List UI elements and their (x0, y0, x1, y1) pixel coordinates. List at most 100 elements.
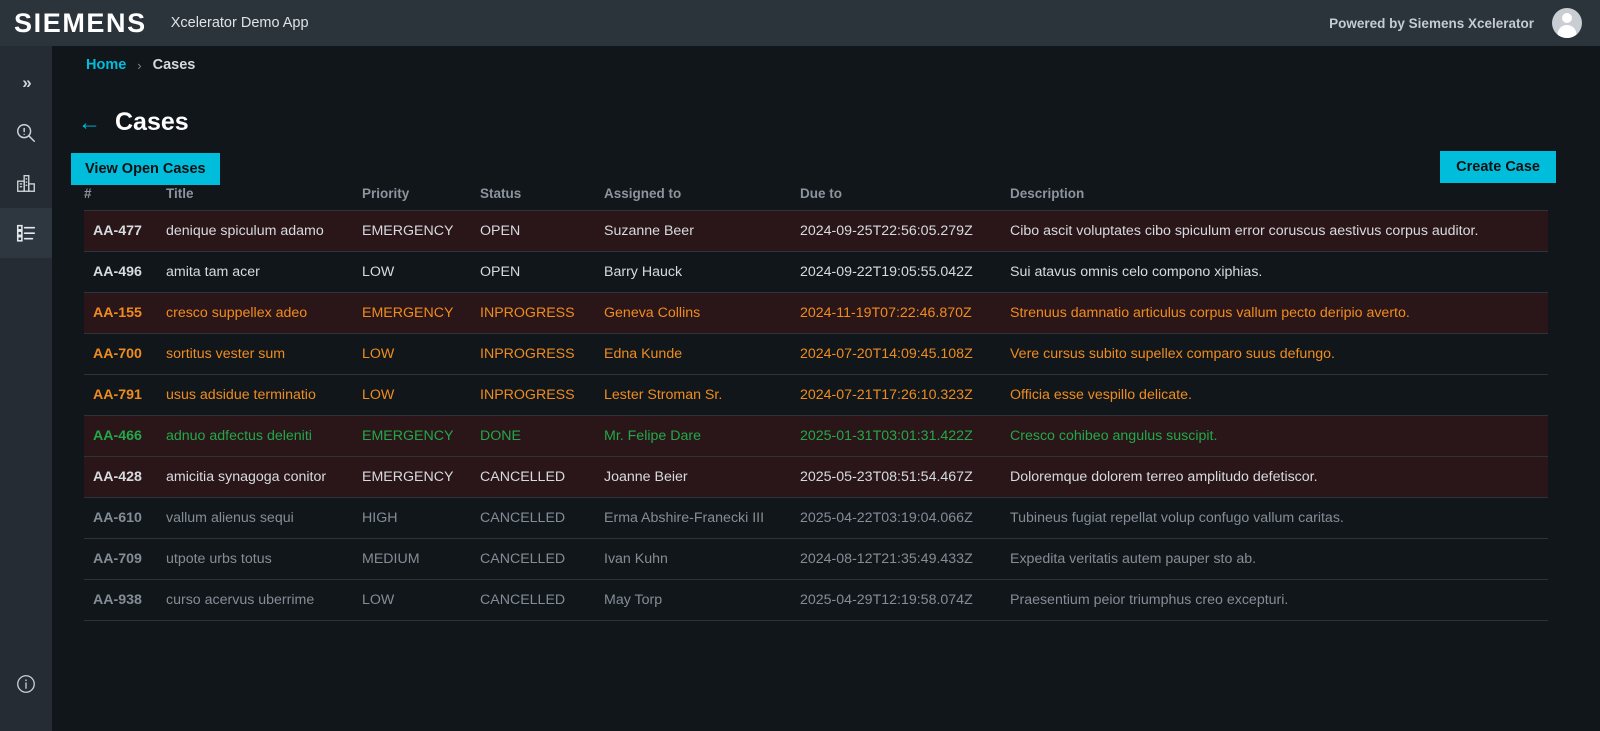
cell-priority: HIGH (362, 497, 480, 539)
cell-due-to: 2024-09-22T19:05:55.042Z (800, 251, 1010, 293)
col-header-description[interactable]: Description (1010, 180, 1548, 211)
cell-title: adnuo adfectus deleniti (166, 415, 362, 457)
cell-assigned-to: Lester Stroman Sr. (604, 374, 800, 416)
cell-assigned-to: Edna Kunde (604, 333, 800, 375)
cell-description: Officia esse vespillo delicate. (1010, 374, 1548, 416)
cell-priority: EMERGENCY (362, 292, 480, 334)
cell-priority: LOW (362, 333, 480, 375)
cell-number: AA-477 (84, 210, 166, 252)
sidebar-item-plants[interactable] (0, 158, 52, 208)
sidebar-item-search[interactable] (0, 108, 52, 158)
cell-due-to: 2024-07-21T17:26:10.323Z (800, 374, 1010, 416)
table-row[interactable]: AA-477 denique spiculum adamo EMERGENCY OPE… (84, 210, 1548, 252)
cell-status: CANCELLED (480, 456, 604, 498)
cases-table-wrapper: # Title Priority Status Assigned to Due … (84, 180, 1548, 621)
cell-number: AA-496 (84, 251, 166, 293)
cell-status: OPEN (480, 210, 604, 252)
cell-status: INPROGRESS (480, 333, 604, 375)
cell-status: OPEN (480, 251, 604, 293)
cell-number: AA-938 (84, 579, 166, 621)
cell-due-to: 2024-09-25T22:56:05.279Z (800, 210, 1010, 252)
cell-due-to: 2024-07-20T14:09:45.108Z (800, 333, 1010, 375)
cell-number: AA-428 (84, 456, 166, 498)
cell-description: Expedita veritatis autem pauper sto ab. (1010, 538, 1548, 580)
cell-assigned-to: May Torp (604, 579, 800, 621)
cell-number: AA-791 (84, 374, 166, 416)
cell-description: Sui atavus omnis celo compono xiphias. (1010, 251, 1548, 293)
cell-assigned-to: Joanne Beier (604, 456, 800, 498)
breadcrumb: Home › Cases (86, 57, 195, 73)
cell-priority: EMERGENCY (362, 210, 480, 252)
sidebar-item-info[interactable] (0, 659, 52, 709)
table-row[interactable]: AA-466 adnuo adfectus deleniti EMERGENCY DO… (84, 415, 1548, 457)
cell-priority: MEDIUM (362, 538, 480, 580)
page-header: ← Cases (78, 108, 189, 137)
cases-table-body: AA-477 denique spiculum adamo EMERGENCY OPE… (84, 210, 1548, 621)
cell-description: Doloremque dolorem terreo amplitudo defe… (1010, 456, 1548, 498)
table-row[interactable]: AA-709 utpote urbs totus MEDIUM CANCELLED Iv… (84, 538, 1548, 580)
cell-priority: LOW (362, 374, 480, 416)
cases-table: # Title Priority Status Assigned to Due … (84, 180, 1548, 621)
table-row[interactable]: AA-610 vallum alienus sequi HIGH CANCELLED E… (84, 497, 1548, 539)
cell-title: sortitus vester sum (166, 333, 362, 375)
cell-number: AA-610 (84, 497, 166, 539)
col-header-assigned-to[interactable]: Assigned to (604, 180, 800, 211)
cell-title: amita tam acer (166, 251, 362, 293)
cell-description: Cresco cohibeo angulus suscipit. (1010, 415, 1548, 457)
table-row[interactable]: AA-496 amita tam acer LOW OPEN Barry Hauck 20… (84, 251, 1548, 293)
cell-assigned-to: Geneva Collins (604, 292, 800, 334)
main-content: Home › Cases ← Cases View Open Cases Cre… (52, 46, 1600, 731)
cell-assigned-to: Erma Abshire-Franecki III (604, 497, 800, 539)
cell-status: CANCELLED (480, 579, 604, 621)
info-circle-icon (15, 673, 37, 695)
table-row[interactable]: AA-700 sortitus vester sum LOW INPROGRESS Ed… (84, 333, 1548, 375)
top-bar-right: Powered by Siemens Xcelerator (1329, 8, 1600, 38)
cell-title: utpote urbs totus (166, 538, 362, 580)
list-checklist-icon (15, 222, 37, 244)
cell-title: cresco suppellex adeo (166, 292, 362, 334)
page-title: Cases (115, 108, 189, 136)
breadcrumb-current: Cases (152, 57, 196, 73)
cell-assigned-to: Ivan Kuhn (604, 538, 800, 580)
col-header-priority[interactable]: Priority (362, 180, 480, 211)
table-header-row: # Title Priority Status Assigned to Due … (84, 180, 1548, 211)
arrow-left-icon[interactable]: ← (78, 111, 101, 134)
cell-priority: LOW (362, 251, 480, 293)
cell-description: Praesentium peior triumphus creo exceptu… (1010, 579, 1548, 621)
create-case-button[interactable]: Create Case (1440, 151, 1556, 183)
powered-by-label: Powered by Siemens Xcelerator (1329, 15, 1534, 31)
cell-number: AA-700 (84, 333, 166, 375)
breadcrumb-home-link[interactable]: Home (86, 57, 126, 73)
cell-priority: LOW (362, 579, 480, 621)
cell-title: denique spiculum adamo (166, 210, 362, 252)
cell-description: Strenuus damnatio articulus corpus vallu… (1010, 292, 1548, 334)
cell-due-to: 2025-04-29T12:19:58.074Z (800, 579, 1010, 621)
cell-status: INPROGRESS (480, 374, 604, 416)
magnifier-alert-icon (15, 122, 37, 144)
app-title: Xcelerator Demo App (170, 15, 309, 31)
cell-due-to: 2024-11-19T07:22:46.870Z (800, 292, 1010, 334)
table-row[interactable]: AA-428 amicitia synagoga conitor EMERGENCY… (84, 456, 1548, 498)
cell-title: amicitia synagoga conitor (166, 456, 362, 498)
factory-building-icon (15, 172, 37, 194)
cell-title: usus adsidue terminatio (166, 374, 362, 416)
col-header-number[interactable]: # (84, 180, 166, 211)
chevron-double-right-icon: » (22, 73, 32, 92)
table-row[interactable]: AA-938 curso acervus uberrime LOW CANCELLED… (84, 579, 1548, 621)
cell-assigned-to: Suzanne Beer (604, 210, 800, 252)
sidebar-expand-button[interactable]: » (0, 58, 52, 108)
cell-due-to: 2025-04-22T03:19:04.066Z (800, 497, 1010, 539)
sidebar: » (0, 46, 52, 731)
cell-due-to: 2025-05-23T08:51:54.467Z (800, 456, 1010, 498)
cell-number: AA-155 (84, 292, 166, 334)
sidebar-item-cases[interactable] (0, 208, 52, 258)
table-row[interactable]: AA-791 usus adsidue terminatio LOW INPROGRE… (84, 374, 1548, 416)
col-header-title[interactable]: Title (166, 180, 362, 211)
table-row[interactable]: AA-155 cresco suppellex adeo EMERGENCY INPR… (84, 292, 1548, 334)
siemens-logo: SIEMENS (14, 7, 147, 38)
col-header-due-to[interactable]: Due to (800, 180, 1010, 211)
user-avatar-icon[interactable] (1552, 8, 1582, 38)
cell-due-to: 2024-08-12T21:35:49.433Z (800, 538, 1010, 580)
cell-assigned-to: Barry Hauck (604, 251, 800, 293)
col-header-status[interactable]: Status (480, 180, 604, 211)
